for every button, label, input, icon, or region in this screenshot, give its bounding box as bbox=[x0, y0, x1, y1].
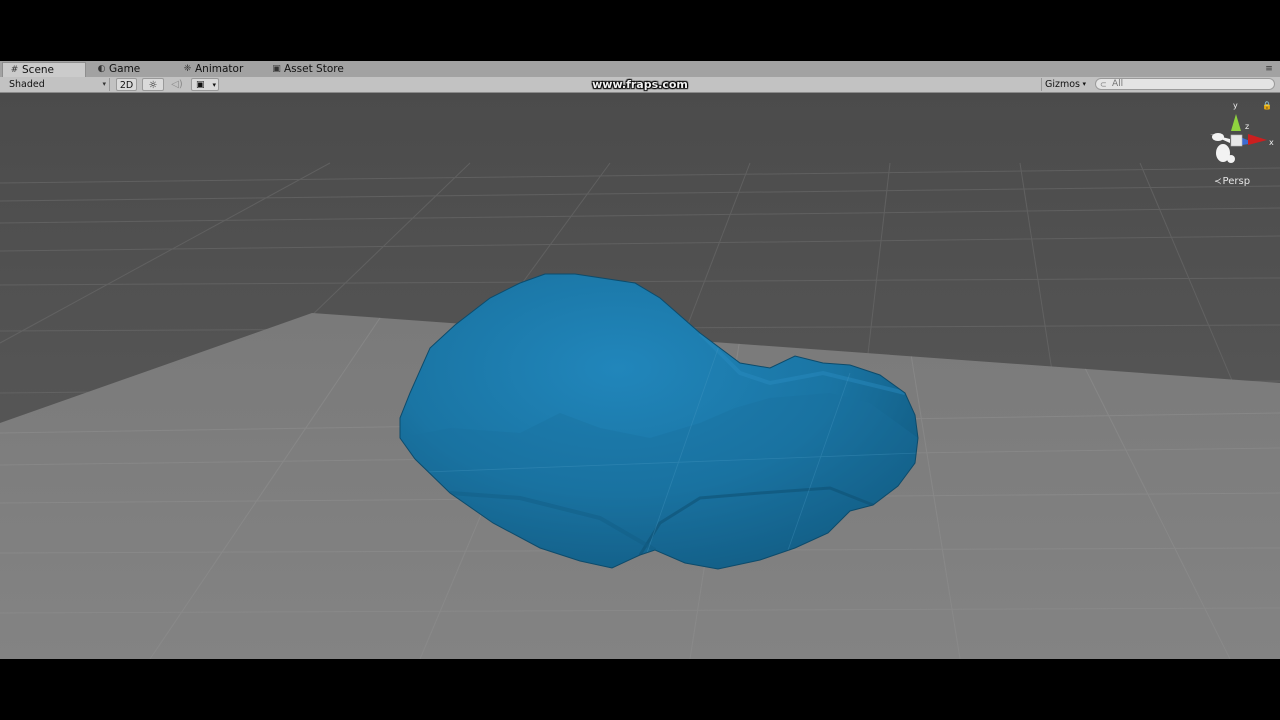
projection-toggle[interactable]: ≺Persp bbox=[1214, 176, 1250, 187]
audio-toggle-button[interactable]: ◁) bbox=[167, 78, 187, 91]
image-icon: ▣ bbox=[196, 80, 205, 90]
gizmos-label: Gizmos bbox=[1045, 79, 1081, 90]
tab-scene[interactable]: # Scene bbox=[2, 62, 86, 77]
x-axis-cone[interactable] bbox=[1248, 134, 1267, 145]
tab-asset-store-label: Asset Store bbox=[284, 63, 344, 75]
2d-mode-button[interactable]: 2D bbox=[116, 78, 137, 91]
scene-viewport[interactable]: y z x 🔒 ≺Persp bbox=[0, 93, 1280, 659]
tab-animator-label: Animator bbox=[195, 63, 244, 75]
game-icon: ◐ bbox=[97, 64, 106, 74]
x-axis-label: x bbox=[1269, 138, 1274, 147]
fraps-watermark: www.fraps.com bbox=[592, 78, 688, 91]
scene-render bbox=[0, 93, 1280, 659]
animator-icon: ❈ bbox=[183, 64, 192, 74]
projection-label: Persp bbox=[1222, 176, 1251, 187]
gizmo-center-cube[interactable] bbox=[1230, 134, 1243, 147]
perspective-icon: ≺ bbox=[1214, 177, 1222, 187]
tab-menu-icon[interactable]: ≡ bbox=[1264, 64, 1274, 74]
z-axis-label: z bbox=[1245, 122, 1249, 131]
y-axis-cone[interactable] bbox=[1231, 114, 1241, 131]
tab-game-label: Game bbox=[109, 63, 141, 75]
search-icon: ⊂ bbox=[1100, 80, 1107, 89]
chevron-down-icon: ▾ bbox=[102, 80, 106, 88]
speaker-icon: ◁) bbox=[171, 79, 183, 90]
tab-game[interactable]: ◐ Game bbox=[96, 62, 141, 77]
chevron-down-icon: ▾ bbox=[1082, 80, 1086, 88]
tab-animator[interactable]: ❈ Animator bbox=[182, 62, 244, 77]
lock-icon[interactable]: 🔒 bbox=[1262, 101, 1272, 110]
scene-icon: # bbox=[10, 64, 19, 75]
neg-x-axis-cone[interactable] bbox=[1212, 133, 1224, 141]
asset-store-icon: ▣ bbox=[272, 64, 281, 74]
sun-icon: ☼ bbox=[148, 80, 158, 91]
y-axis-label: y bbox=[1233, 101, 1238, 110]
scene-toolbar: Shaded ▾ 2D ☼ ◁) ▣ ▾ www.fraps.com Gizmo… bbox=[0, 77, 1280, 93]
unity-scene-window: # Scene ◐ Game ❈ Animator ▣ Asset Store … bbox=[0, 61, 1280, 659]
gizmos-dropdown[interactable]: Gizmos ▾ bbox=[1041, 78, 1089, 91]
lighting-toggle-button[interactable]: ☼ bbox=[142, 78, 164, 91]
tab-asset-store[interactable]: ▣ Asset Store bbox=[271, 62, 344, 77]
shading-mode-value: Shaded bbox=[9, 79, 45, 90]
tab-scene-label: Scene bbox=[22, 63, 55, 76]
effects-dropdown[interactable]: ▣ ▾ bbox=[191, 78, 219, 91]
tab-bar: # Scene ◐ Game ❈ Animator ▣ Asset Store … bbox=[0, 61, 1280, 78]
chevron-down-icon: ▾ bbox=[212, 81, 216, 89]
shading-mode-dropdown[interactable]: Shaded ▾ bbox=[4, 78, 110, 91]
hierarchy-search-input[interactable] bbox=[1095, 78, 1275, 90]
